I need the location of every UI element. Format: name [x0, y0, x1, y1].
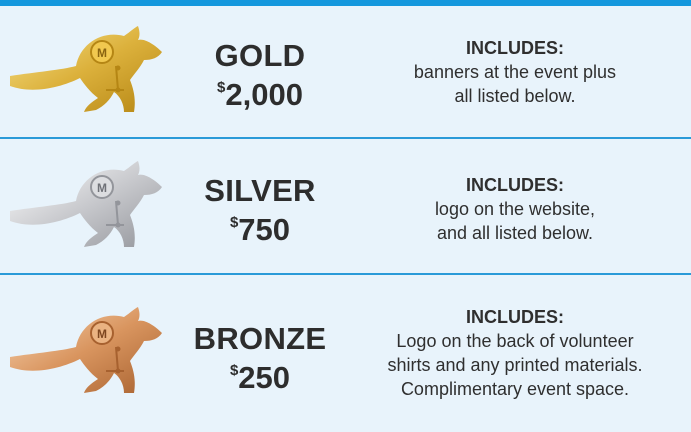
- tier-title: SILVER: [204, 173, 316, 208]
- svg-text:M: M: [97, 327, 107, 341]
- tier-title: GOLD: [214, 38, 306, 73]
- price-amount: 750: [238, 212, 291, 247]
- gold-kangaroo-icon: M: [10, 26, 162, 112]
- includes-heading: INCLUDES:: [466, 307, 564, 327]
- tier-silver: M SILVER $750 INCLUDES: logo on the webs…: [0, 139, 691, 273]
- tier-gold: M GOLD $2,000 INCLUDES: banners at the e…: [0, 6, 691, 137]
- description-line: Logo on the back of volunteer: [396, 331, 634, 351]
- description-line: banners at the event plus: [413, 62, 617, 82]
- svg-text:M: M: [97, 181, 107, 195]
- tier-title: BRONZE: [193, 321, 327, 356]
- tier-price: $2,000: [190, 72, 330, 117]
- tier-name-block: SILVER $750: [190, 175, 330, 252]
- price-amount: 2,000: [225, 77, 303, 112]
- description-line: logo on the website,: [434, 199, 596, 219]
- tier-price: $250: [190, 355, 330, 400]
- includes-heading: INCLUDES:: [466, 38, 564, 58]
- price-amount: 250: [238, 360, 291, 395]
- svg-text:M: M: [97, 46, 107, 60]
- includes-heading: INCLUDES:: [466, 175, 564, 195]
- tier-description: INCLUDES: logo on the website, and all l…: [345, 173, 685, 245]
- bronze-kangaroo-icon: M: [10, 307, 162, 393]
- description-line: Complimentary event space.: [400, 379, 630, 399]
- tier-price: $750: [190, 207, 330, 252]
- tier-bronze: M BRONZE $250 INCLUDES: Logo on the back…: [0, 275, 691, 432]
- description-line: shirts and any printed materials.: [387, 355, 643, 375]
- tier-name-block: BRONZE $250: [190, 323, 330, 400]
- tier-name-block: GOLD $2,000: [190, 40, 330, 117]
- silver-kangaroo-icon: M: [10, 161, 162, 247]
- tier-description: INCLUDES: Logo on the back of volunteer …: [345, 305, 685, 401]
- description-line: all listed below.: [454, 86, 576, 106]
- tier-description: INCLUDES: banners at the event plus all …: [345, 36, 685, 108]
- description-line: and all listed below.: [436, 223, 594, 243]
